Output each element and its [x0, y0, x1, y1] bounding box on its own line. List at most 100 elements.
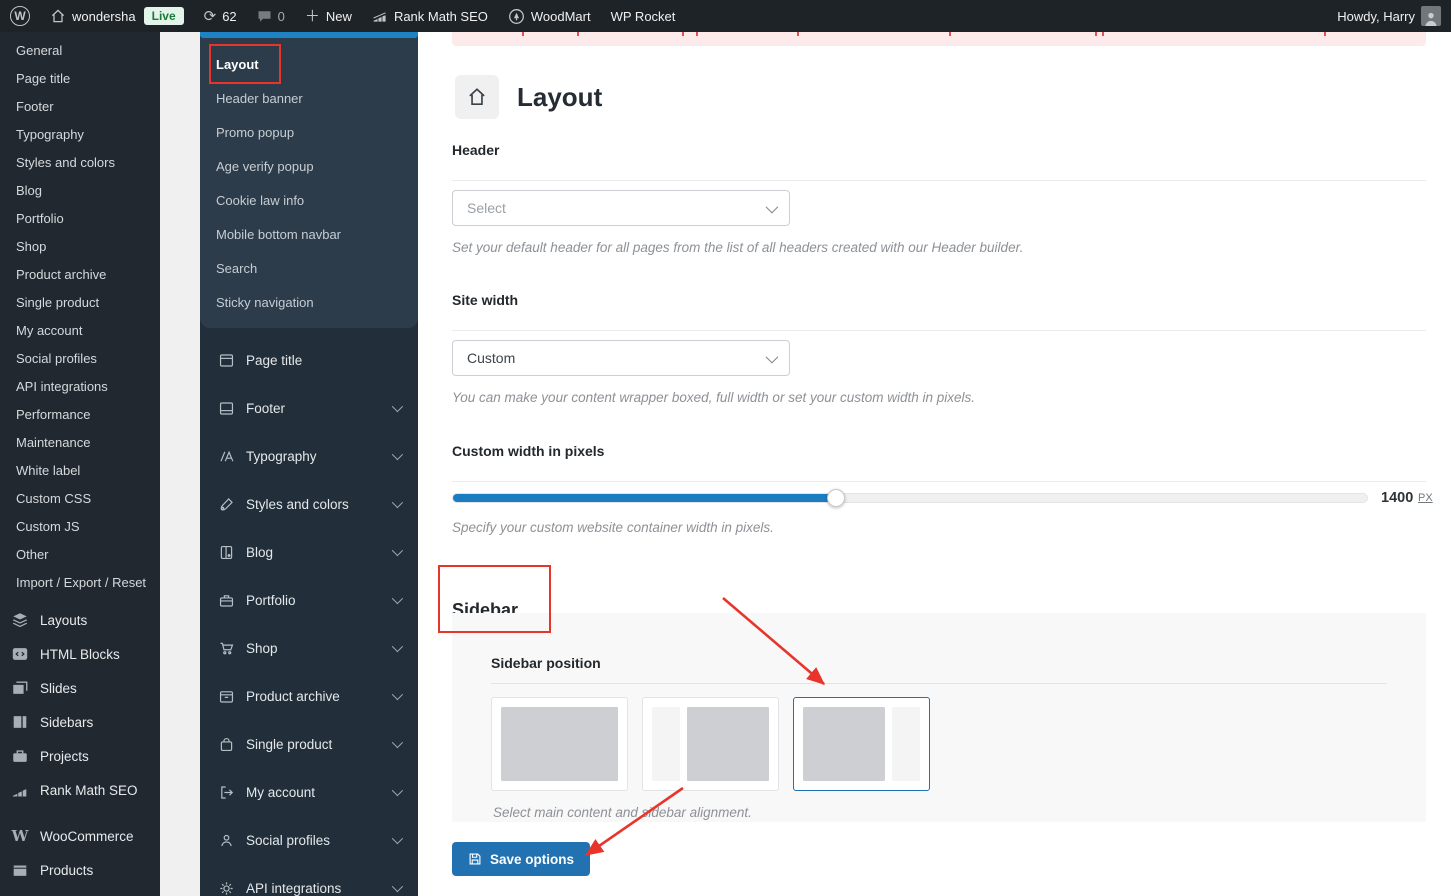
sidebar-item-label: Products — [40, 863, 93, 878]
nav-section-label: Product archive — [246, 689, 340, 704]
sidebar-item-my-account[interactable]: My account — [0, 317, 160, 345]
nav-section-styles-and-colors[interactable]: Styles and colors — [200, 480, 418, 528]
custom-width-unit[interactable]: PX — [1418, 492, 1433, 504]
sidebar-item-slides[interactable]: Slides — [0, 671, 160, 705]
sidebar-position-panel: Sidebar position Select main content and… — [452, 613, 1426, 822]
content-block — [501, 707, 618, 781]
sidebar-item-shop[interactable]: Shop — [0, 233, 160, 261]
site-menu[interactable]: wondersha Live — [40, 0, 194, 32]
divider — [452, 330, 1426, 331]
sidebar-item-product-archive[interactable]: Product archive — [0, 261, 160, 289]
chevron-down-icon — [392, 689, 403, 700]
sidebar-item-single-product[interactable]: Single product — [0, 289, 160, 317]
rank-math-menu[interactable]: Rank Math SEO — [362, 0, 498, 32]
general-subsections: Layout Header banner Promo popup Age ver… — [200, 38, 418, 328]
option-layout-sidebar-right[interactable] — [793, 697, 930, 791]
nav-item-search[interactable]: Search — [200, 252, 418, 286]
nav-item-mobile-bottom-navbar[interactable]: Mobile bottom navbar — [200, 218, 418, 252]
chevron-down-icon — [392, 401, 403, 412]
bag-icon — [217, 735, 235, 753]
nav-section-shop[interactable]: Shop — [200, 624, 418, 672]
seo-chart-icon — [10, 780, 30, 800]
nav-section-my-account[interactable]: My account — [200, 768, 418, 816]
nav-section-social-profiles[interactable]: Social profiles — [200, 816, 418, 864]
woocommerce-icon: W — [10, 826, 30, 846]
sidebar-item-import-export-reset[interactable]: Import / Export / Reset — [0, 569, 160, 597]
sidebar-item-styles-and-colors[interactable]: Styles and colors — [0, 149, 160, 177]
nav-item-cookie-law-info[interactable]: Cookie law info — [200, 184, 418, 218]
sidebar-item-sidebars[interactable]: Sidebars — [0, 705, 160, 739]
nav-section-typography[interactable]: Typography — [200, 432, 418, 480]
updates-menu[interactable]: ⟳ 62 — [194, 0, 247, 32]
sidebar-item-white-label[interactable]: White label — [0, 457, 160, 485]
sidebar-item-products[interactable]: Products — [0, 853, 160, 887]
nav-section-portfolio[interactable]: Portfolio — [200, 576, 418, 624]
header-field-label: Header — [452, 142, 499, 158]
header-select[interactable]: Select — [452, 190, 790, 226]
sidebar-item-blog[interactable]: Blog — [0, 177, 160, 205]
sidebar-item-general[interactable]: General — [0, 37, 160, 65]
sidebar-item-typography[interactable]: Typography — [0, 121, 160, 149]
sidebar-item-html-blocks[interactable]: HTML Blocks — [0, 637, 160, 671]
live-badge: Live — [144, 7, 184, 25]
option-layout-sidebar-left[interactable] — [642, 697, 779, 791]
sidebar-item-label: Layouts — [40, 613, 87, 628]
briefcase-icon — [10, 746, 30, 766]
footer-icon — [217, 399, 235, 417]
nav-item-promo-popup[interactable]: Promo popup — [200, 116, 418, 150]
option-layout-full-width[interactable] — [491, 697, 628, 791]
chevron-down-icon — [392, 449, 403, 460]
sidebar-item-label: Projects — [40, 749, 89, 764]
nav-item-age-verify-popup[interactable]: Age verify popup — [200, 150, 418, 184]
sidebar-item-page-title[interactable]: Page title — [0, 65, 160, 93]
woodmart-label: WoodMart — [531, 9, 591, 24]
site-width-select[interactable]: Custom — [452, 340, 790, 376]
login-icon — [217, 783, 235, 801]
custom-width-label: Custom width in pixels — [452, 443, 604, 459]
save-options-button[interactable]: Save options — [452, 842, 590, 876]
new-menu[interactable]: ＋ New — [295, 0, 362, 32]
nav-item-sticky-navigation[interactable]: Sticky navigation — [200, 286, 418, 320]
sidebar-item-maintenance[interactable]: Maintenance — [0, 429, 160, 457]
sidebar-item-custom-js[interactable]: Custom JS — [0, 513, 160, 541]
sidebar-item-projects[interactable]: Projects — [0, 739, 160, 773]
sidebar-item-layouts[interactable]: Layouts — [0, 603, 160, 637]
brush-icon — [217, 495, 235, 513]
nav-section-footer[interactable]: Footer — [200, 384, 418, 432]
content-block — [687, 707, 769, 781]
nav-section-page-title[interactable]: Page title — [200, 336, 418, 384]
slider-handle[interactable] — [827, 489, 845, 507]
nav-section-api-integrations[interactable]: API integrations — [200, 864, 418, 896]
comments-menu[interactable]: 0 — [247, 0, 295, 32]
custom-width-slider[interactable] — [452, 493, 1368, 503]
nav-section-label: Social profiles — [246, 833, 330, 848]
wp-logo-menu[interactable]: W — [0, 0, 40, 32]
sidebar-item-label: Rank Math SEO — [40, 783, 138, 798]
sidebar-item-woocommerce[interactable]: W WooCommerce — [0, 819, 160, 853]
sidebar-item-performance[interactable]: Performance — [0, 401, 160, 429]
nav-section-label: Footer — [246, 401, 285, 416]
layers-icon — [10, 610, 30, 630]
header-help-text: Set your default header for all pages fr… — [452, 240, 1023, 255]
nav-section-product-archive[interactable]: Product archive — [200, 672, 418, 720]
howdy-menu[interactable]: Howdy, Harry — [1327, 0, 1441, 32]
nav-item-layout[interactable]: Layout — [200, 48, 418, 82]
nav-section-label: Shop — [246, 641, 278, 656]
sidebar-item-custom-css[interactable]: Custom CSS — [0, 485, 160, 513]
sidebar-item-footer[interactable]: Footer — [0, 93, 160, 121]
sidebar-item-social-profiles[interactable]: Social profiles — [0, 345, 160, 373]
sidebar-item-api-integrations[interactable]: API integrations — [0, 373, 160, 401]
sidebar-item-other[interactable]: Other — [0, 541, 160, 569]
wordpress-logo-icon: W — [10, 6, 30, 26]
sidebar-item-rank-math-seo[interactable]: Rank Math SEO — [0, 773, 160, 807]
nav-section-single-product[interactable]: Single product — [200, 720, 418, 768]
nav-section-blog[interactable]: Blog — [200, 528, 418, 576]
nav-item-header-banner[interactable]: Header banner — [200, 82, 418, 116]
wp-rocket-menu[interactable]: WP Rocket — [601, 0, 686, 32]
portfolio-icon — [217, 591, 235, 609]
sidebar-item-portfolio[interactable]: Portfolio — [0, 205, 160, 233]
nav-section-label: Typography — [246, 449, 317, 464]
woodmart-menu[interactable]: WoodMart — [498, 0, 601, 32]
sidebar-help-text: Select main content and sidebar alignmen… — [493, 805, 752, 820]
page-title: Layout — [517, 82, 602, 113]
